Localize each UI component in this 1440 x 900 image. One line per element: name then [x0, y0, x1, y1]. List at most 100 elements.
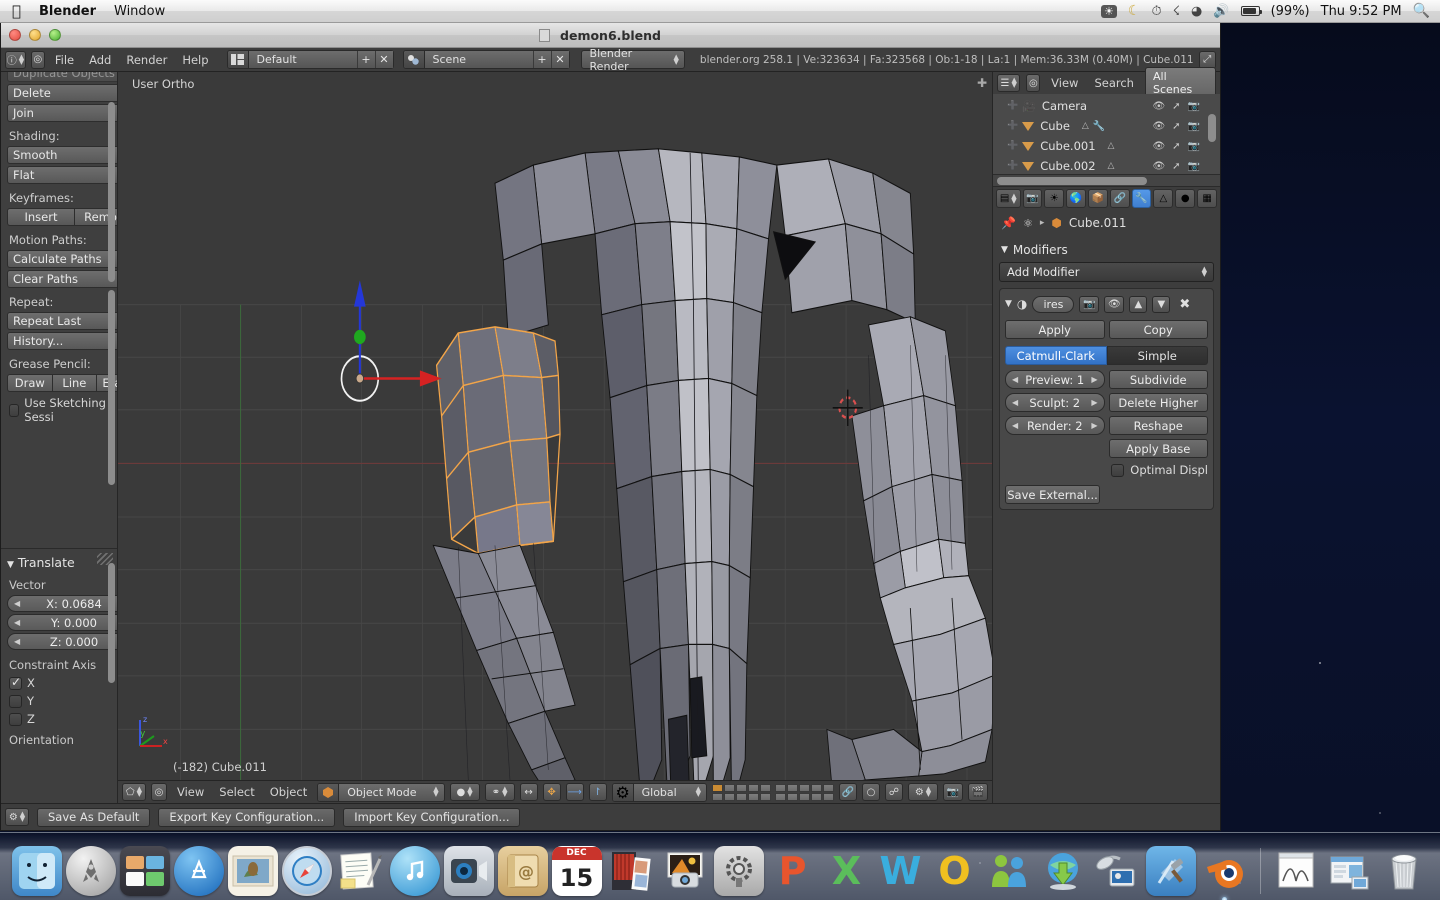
- save-as-default-button[interactable]: Save As Default: [37, 807, 151, 827]
- subdivide-button[interactable]: Subdivide: [1108, 370, 1208, 389]
- lock-scene-icon[interactable]: 🔗: [839, 783, 857, 801]
- dock-item-downloads-stack[interactable]: [1325, 846, 1375, 896]
- move-up-icon[interactable]: ▲: [1129, 295, 1148, 313]
- constraint-z-checkbox[interactable]: [9, 712, 22, 726]
- screen-layout-value[interactable]: Default: [249, 53, 357, 66]
- modifiers-panel-title[interactable]: ▼ Modifiers: [1001, 243, 1214, 257]
- cursor-arrow-icon[interactable]: ➚: [1172, 161, 1180, 172]
- optimal-display-checkbox[interactable]: [1111, 463, 1125, 477]
- layer-cell-16[interactable]: [775, 792, 786, 801]
- outliner-row-cube-002[interactable]: ➕ Cube.002 △ 👁 ➚ 📷: [993, 156, 1220, 174]
- sculpt-level-field[interactable]: ◀ Sculpt: 2 ▶: [1005, 393, 1105, 412]
- dock-item-address-book[interactable]: @: [497, 846, 548, 896]
- clear-paths-button[interactable]: Clear Paths: [7, 270, 117, 288]
- tool-shelf-scrollbar-upper[interactable]: [107, 102, 115, 282]
- scene-layers-widget[interactable]: [712, 783, 834, 801]
- menu-add[interactable]: Add: [84, 53, 116, 67]
- repeat-last-button[interactable]: Repeat Last: [7, 312, 117, 330]
- vector-y-field[interactable]: ◀ Y: 0.000 ▶: [7, 614, 117, 631]
- move-down-icon[interactable]: ▼: [1152, 295, 1171, 313]
- window-title-bar[interactable]: demon6.blend: [1, 23, 1220, 48]
- dock-item-outlook[interactable]: O: [930, 846, 980, 896]
- layer-cell-19[interactable]: [811, 792, 822, 801]
- grease-draw-button[interactable]: Draw: [7, 374, 52, 392]
- constraint-axis-y-row[interactable]: Y: [9, 694, 111, 708]
- translate-manipulator-icon[interactable]: ✥: [542, 783, 561, 801]
- mesh-data-icon[interactable]: △: [1108, 161, 1115, 171]
- 3d-view-editor-icon[interactable]: ⬠ ▲ ▼: [121, 783, 146, 801]
- outliner-menu-search[interactable]: Search: [1089, 76, 1139, 90]
- layer-cell-1[interactable]: [712, 783, 723, 792]
- camera-render-icon[interactable]: 📷: [1188, 121, 1200, 132]
- eye-icon[interactable]: 👁: [1152, 161, 1165, 172]
- tab-object-data[interactable]: △: [1153, 189, 1174, 208]
- snap-magnet-icon[interactable]: ☍: [885, 783, 903, 801]
- increment-arrow-icon[interactable]: ▶: [1091, 421, 1097, 430]
- layer-cell-20[interactable]: [823, 792, 834, 801]
- delete-higher-button[interactable]: Delete Higher: [1108, 393, 1208, 412]
- layer-cell-7[interactable]: [787, 783, 798, 792]
- collapse-menu-icon[interactable]: ◎: [30, 50, 45, 69]
- layer-cell-5[interactable]: [760, 783, 771, 792]
- grease-line-button[interactable]: Line: [51, 374, 97, 392]
- simple-button[interactable]: Simple: [1106, 346, 1208, 365]
- layer-cell-15[interactable]: [760, 792, 771, 801]
- cursor-arrow-icon[interactable]: ➚: [1172, 101, 1180, 112]
- add-screen-layout-button[interactable]: +: [356, 51, 375, 68]
- viewport-menu-select[interactable]: Select: [214, 785, 259, 799]
- time-machine-icon[interactable]: ⏱: [1151, 4, 1161, 19]
- import-key-configuration-button[interactable]: Import Key Configuration...: [343, 807, 521, 827]
- delete-scene-button[interactable]: ✕: [550, 51, 569, 68]
- constraint-axis-z-row[interactable]: Z: [9, 712, 111, 726]
- layer-cell-13[interactable]: [736, 792, 747, 801]
- decrement-arrow-icon[interactable]: ◀: [14, 618, 20, 627]
- vector-x-field[interactable]: ◀ X: 0.0684 ▶: [7, 595, 117, 612]
- increment-arrow-icon[interactable]: ▶: [1091, 375, 1097, 384]
- layer-cell-18[interactable]: [799, 792, 810, 801]
- delete-modifier-icon[interactable]: ✖: [1179, 297, 1190, 312]
- dock-item-ical[interactable]: DEC 15: [551, 846, 602, 896]
- layer-cell-2[interactable]: [724, 783, 735, 792]
- outliner-item-label[interactable]: Cube: [1040, 119, 1070, 133]
- dock-item-itunes[interactable]: [389, 846, 440, 896]
- layer-cell-10[interactable]: [823, 783, 834, 792]
- apple-logo-icon[interactable]: : [12, 3, 21, 19]
- outliner-row-toggles[interactable]: 👁 ➚ 📷: [1152, 161, 1220, 172]
- delete-screen-layout-button[interactable]: ✕: [374, 51, 393, 68]
- layer-block-1[interactable]: [712, 783, 771, 801]
- dock-item-download-manager[interactable]: [1038, 846, 1088, 896]
- viewport-region-toggle-icon[interactable]: ✚: [977, 76, 987, 90]
- dock-item-powerpoint[interactable]: P: [768, 846, 818, 896]
- reshape-button[interactable]: Reshape: [1108, 416, 1208, 435]
- insert-keyframe-button[interactable]: Insert: [7, 208, 74, 226]
- dock-item-documents-stack[interactable]: [1271, 846, 1321, 896]
- expand-icon[interactable]: ➕: [1007, 141, 1018, 151]
- expand-triangle-icon[interactable]: ▼: [1001, 245, 1008, 255]
- pivot-point-icon[interactable]: ⚭ ▲ ▼: [484, 783, 515, 801]
- spotlight-search-icon[interactable]: 🔍: [1413, 3, 1430, 19]
- user-preferences-editor-icon[interactable]: ⚙ ▲ ▼: [5, 808, 29, 826]
- snap-target-icon[interactable]: ⚙ ▲ ▼: [908, 783, 938, 801]
- constraint-axis-x-row[interactable]: X: [9, 675, 111, 690]
- manipulator-toggle-icon[interactable]: ↔: [519, 783, 538, 801]
- scale-manipulator-icon[interactable]: ↾: [588, 783, 607, 801]
- fullscreen-icon[interactable]: ⤢: [1198, 50, 1216, 69]
- transform-orientation-value[interactable]: Global: [634, 786, 694, 799]
- operator-panel-scrollbar[interactable]: [107, 563, 115, 683]
- interaction-mode-selector[interactable]: Object Mode ▲ ▼: [317, 782, 445, 802]
- camera-render-icon[interactable]: 📷: [1188, 101, 1200, 112]
- dock-item-safari[interactable]: [281, 846, 332, 896]
- dock-item-system-preferences[interactable]: [713, 846, 764, 896]
- dock-item-messenger[interactable]: [984, 846, 1034, 896]
- copy-modifier-button[interactable]: Copy: [1108, 320, 1208, 339]
- viewport-menu-object[interactable]: Object: [265, 785, 312, 799]
- interaction-mode-value[interactable]: Object Mode: [339, 786, 431, 799]
- mesh-data-icon[interactable]: △: [1082, 121, 1089, 131]
- decrement-arrow-icon[interactable]: ◀: [14, 637, 20, 646]
- rotate-manipulator-icon[interactable]: ⟶: [565, 783, 584, 801]
- decrement-arrow-icon[interactable]: ◀: [1012, 398, 1018, 407]
- layer-cell-14[interactable]: [748, 792, 759, 801]
- tab-modifiers[interactable]: 🔧: [1131, 189, 1152, 208]
- smooth-button[interactable]: Smooth: [7, 146, 117, 164]
- increment-arrow-icon[interactable]: ▶: [1091, 398, 1097, 407]
